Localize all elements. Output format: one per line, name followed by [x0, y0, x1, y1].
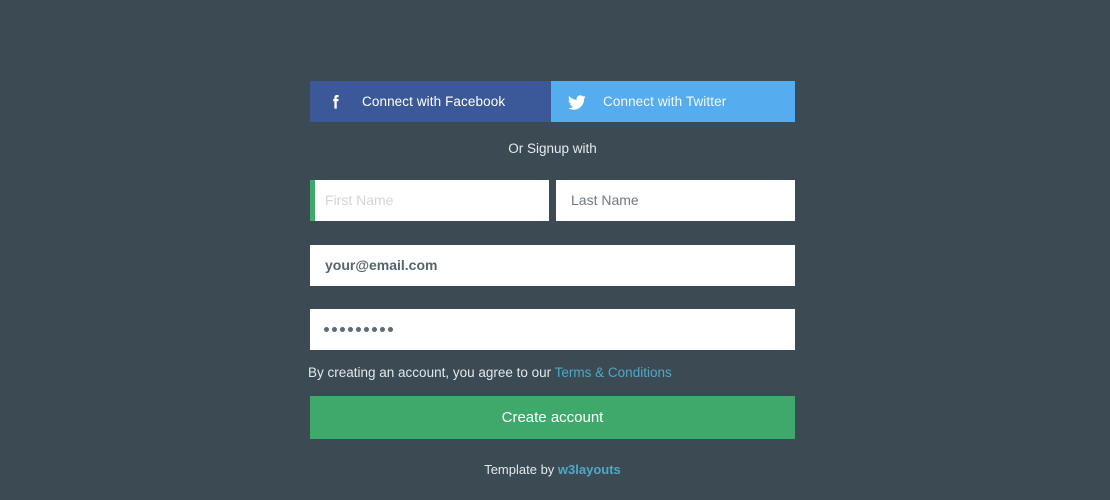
password-dot — [348, 326, 353, 332]
terms-text: By creating an account, you agree to our — [308, 364, 552, 380]
password-masked-value — [310, 326, 393, 332]
template-credit-text: Template by — [484, 462, 555, 477]
password-dot — [380, 326, 385, 332]
connect-with-twitter-button[interactable]: Connect with Twitter — [551, 81, 795, 122]
create-account-button[interactable]: Create account — [310, 396, 795, 439]
twitter-button-label: Connect with Twitter — [603, 93, 727, 109]
password-dot — [372, 326, 377, 332]
password-dot — [364, 326, 369, 332]
password-input[interactable] — [310, 308, 795, 350]
email-value: your@email.com — [325, 257, 438, 273]
w3layouts-link[interactable]: w3layouts — [558, 462, 621, 477]
first-name-input[interactable]: First Name — [310, 179, 549, 221]
twitter-icon — [551, 91, 603, 113]
password-dot — [324, 326, 329, 332]
first-name-placeholder: First Name — [325, 192, 394, 208]
template-credit: Template by w3layouts — [310, 463, 795, 476]
terms-agreement: By creating an account, you agree to our… — [308, 364, 795, 380]
terms-and-conditions-link[interactable]: Terms & Conditions — [555, 365, 672, 380]
email-input[interactable]: your@email.com — [310, 244, 795, 286]
facebook-icon — [310, 92, 362, 112]
password-dot — [340, 326, 345, 332]
last-name-input[interactable]: Last Name — [556, 179, 795, 221]
password-dot — [332, 326, 337, 332]
or-signup-divider-label: Or Signup with — [508, 141, 597, 156]
social-connect-row: Connect with Facebook Connect with Twitt… — [310, 81, 795, 122]
field-spacer — [549, 180, 556, 221]
facebook-button-label: Connect with Facebook — [362, 93, 506, 109]
signup-form: Connect with Facebook Connect with Twitt… — [308, 81, 795, 476]
password-dot — [356, 326, 361, 332]
password-dot — [388, 326, 393, 332]
signup-page: Connect with Facebook Connect with Twitt… — [0, 0, 1110, 500]
name-fields-row: First Name Last Name — [310, 179, 795, 221]
connect-with-facebook-button[interactable]: Connect with Facebook — [310, 81, 551, 122]
last-name-value: Last Name — [571, 192, 639, 208]
